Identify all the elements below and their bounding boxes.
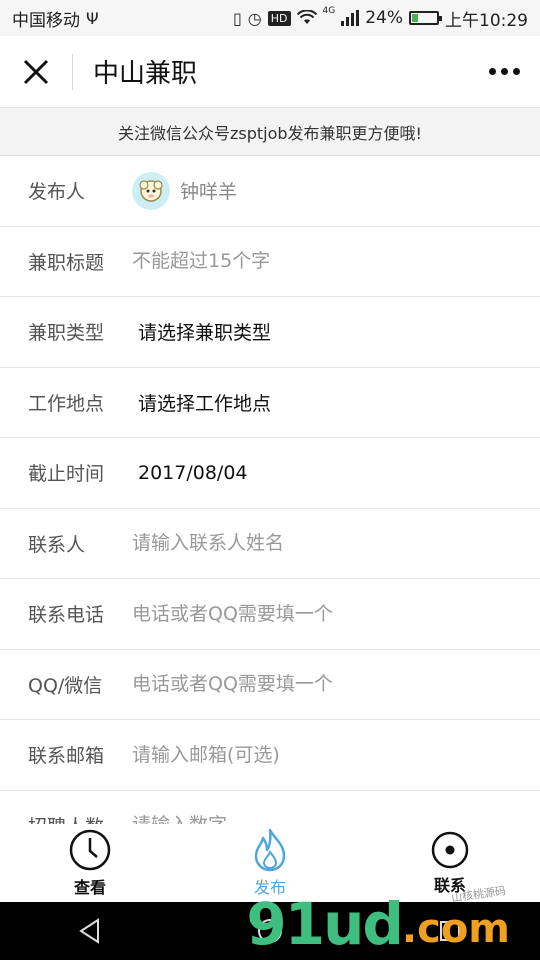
type-label: 兼职类型 [28, 322, 105, 345]
qq-label: QQ/微信 [28, 674, 103, 697]
tab-contact-label: 联系 [433, 876, 466, 895]
more-dots-icon [488, 68, 496, 75]
clock-icon [69, 829, 111, 871]
usb-icon: Ψ [86, 8, 99, 28]
contact-row: 联系人 [0, 509, 540, 579]
close-button[interactable] [0, 36, 72, 108]
tab-view[interactable]: 查看 [30, 828, 150, 898]
title-label: 兼职标题 [28, 251, 105, 274]
deadline-picker[interactable]: 2017/08/04 [138, 462, 248, 484]
recents-square-icon [440, 921, 460, 941]
location-label: 工作地点 [28, 392, 105, 415]
deadline-row[interactable]: 截止时间 2017/08/04 [0, 438, 540, 509]
back-button[interactable] [60, 902, 120, 960]
more-dot [512, 68, 520, 75]
tab-publish[interactable]: 发布 [210, 828, 330, 898]
qq-row: QQ/微信 [0, 650, 540, 720]
publisher-label: 发布人 [28, 181, 86, 204]
tab-publish-label: 发布 [253, 878, 286, 897]
location-select[interactable]: 请选择工作地点 [138, 389, 271, 416]
contact-input[interactable] [132, 532, 492, 555]
location-row[interactable]: 工作地点 请选择工作地点 [0, 368, 540, 438]
phone-row: 联系电话 [0, 579, 540, 650]
android-nav-bar [0, 902, 540, 960]
alarm-icon: ◷ [247, 8, 262, 28]
battery-icon [409, 11, 442, 25]
headcount-label: 招聘人数 [28, 812, 132, 824]
qq-input[interactable] [132, 673, 492, 696]
contact-label: 联系人 [28, 533, 86, 556]
title-divider [72, 53, 73, 90]
wifi-icon [296, 10, 317, 24]
home-button[interactable] [240, 902, 300, 960]
network-type: 4G [322, 5, 336, 16]
email-label: 联系邮箱 [28, 745, 105, 768]
title-input[interactable] [132, 250, 492, 273]
clock-time: 上午10:29 [445, 10, 528, 31]
type-select[interactable]: 请选择兼职类型 [138, 318, 271, 345]
recents-button[interactable] [420, 902, 480, 960]
phone-label: 联系电话 [28, 604, 105, 627]
headcount-input[interactable] [132, 814, 492, 824]
hd-badge: HD [267, 10, 291, 26]
battery-percent: 24% [365, 8, 403, 28]
flame-icon [254, 828, 286, 872]
status-bar: 中国移动 Ψ ▯ ◷ HD 4G 24% 上午10:29 [0, 0, 540, 36]
close-icon [23, 59, 49, 84]
more-dot [500, 68, 508, 75]
title-bar: 中山兼职 [0, 36, 540, 108]
home-circle-icon [258, 919, 282, 943]
signal-icon [341, 10, 360, 26]
title-row: 兼职标题 [0, 227, 540, 297]
tab-bar: 查看 发布 联系 [0, 824, 540, 902]
email-row: 联系邮箱 [0, 720, 540, 791]
target-icon [431, 831, 469, 869]
email-input[interactable] [132, 743, 492, 766]
more-button[interactable] [468, 36, 540, 108]
publisher-row: 发布人 钟咩羊 [0, 156, 540, 227]
deadline-label: 截止时间 [28, 463, 105, 486]
vibrate-icon: ▯ [232, 8, 242, 28]
headcount-row: 招聘人数 [0, 791, 540, 824]
phone-input[interactable] [132, 602, 492, 625]
carrier-label: 中国移动 [12, 10, 80, 31]
avatar [132, 171, 170, 210]
notice-banner: 关注微信公众号zsptjob发布兼职更方便哦! [0, 108, 540, 156]
tab-view-label: 查看 [73, 878, 106, 897]
job-form: 发布人 钟咩羊 兼职标题 兼职类型 请选择兼职类型 工作地点 请选择工作地点 [0, 156, 540, 824]
tab-contact[interactable]: 联系 [390, 830, 510, 896]
sheep-avatar-icon [139, 180, 163, 202]
page-title: 中山兼职 [93, 59, 198, 89]
battery-fill [412, 14, 418, 22]
type-row[interactable]: 兼职类型 请选择兼职类型 [0, 297, 540, 368]
back-triangle-icon [79, 918, 99, 944]
publisher-name: 钟咩羊 [180, 181, 238, 204]
